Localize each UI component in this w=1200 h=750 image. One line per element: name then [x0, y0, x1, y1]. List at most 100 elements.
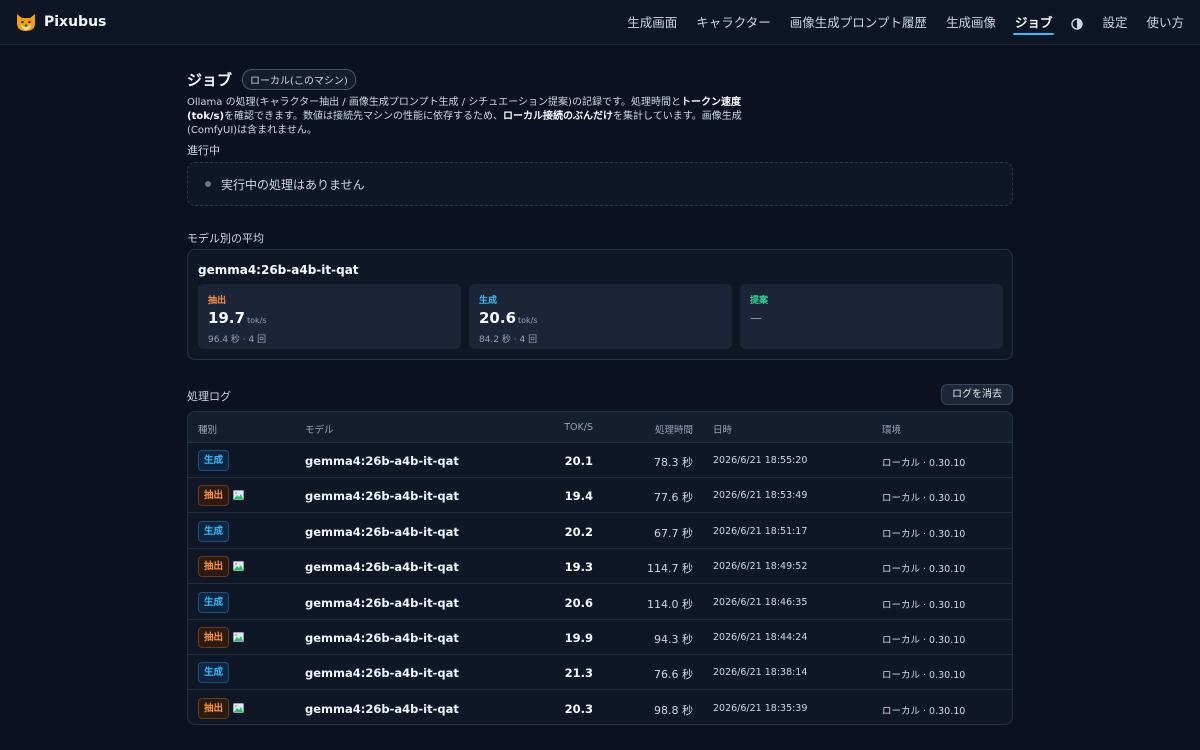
- cell-env: ローカル · 0.30.10: [882, 635, 966, 646]
- cell-tps: 20.3: [564, 701, 593, 716]
- main-nav: 生成画面 キャラクター 画像生成プロンプト履歴 生成画像 ジョブ 設定 使い方: [608, 0, 1184, 45]
- cell-tps: 20.1: [564, 454, 593, 468]
- table-row[interactable]: 抽出 gemma4:26b-a4b-it-qat 20.3 98.8 秒 2026/6/…: [188, 691, 1012, 724]
- nav-prompt-history[interactable]: 画像生成プロンプト履歴: [790, 0, 927, 45]
- cell-env: ローカル · 0.30.10: [882, 493, 966, 505]
- cell-model: gemma4:26b-a4b-it-qat: [305, 489, 459, 504]
- col-duration[interactable]: 処理時間: [655, 422, 693, 436]
- table-row[interactable]: 生成 gemma4:26b-a4b-it-qat 21.3 76.6 秒 2026/6/…: [188, 655, 1012, 691]
- table-row[interactable]: 生成 gemma4:26b-a4b-it-qat 20.2 67.7 秒 2026/6/…: [188, 514, 1012, 549]
- col-env[interactable]: 環境: [882, 422, 901, 436]
- nav-generate[interactable]: 生成画面: [627, 0, 677, 45]
- cell-model: gemma4:26b-a4b-it-qat: [305, 666, 459, 681]
- idle-dot-icon: [205, 181, 211, 187]
- cell-tps: 19.4: [564, 489, 593, 504]
- desc-text-1: Ollama の処理(キャラクター抽出 / 画像生成プロンプト生成 / シチュエ…: [187, 97, 681, 108]
- model-average-card: gemma4:26b-a4b-it-qat 抽出 19.7 tok/s 96.4 …: [187, 249, 1013, 360]
- nav-help[interactable]: 使い方: [1146, 0, 1184, 45]
- kind-badge: 生成: [198, 662, 230, 684]
- page-title: ジョブ: [187, 71, 233, 89]
- cell-model: gemma4:26b-a4b-it-qat: [305, 524, 459, 539]
- cell-env: ローカル · 0.30.10: [882, 528, 966, 540]
- kind-badge: 生成: [198, 450, 230, 471]
- theme-toggle-button[interactable]: [1071, 0, 1084, 45]
- kind-badge: 生成: [198, 520, 230, 542]
- running-section-label: 進行中: [187, 144, 220, 157]
- table-row[interactable]: 抽出 gemma4:26b-a4b-it-qat 19.3 114.7 秒 2026/6…: [188, 549, 1012, 585]
- cell-tps: 20.2: [564, 524, 593, 539]
- kind-badge: 抽出: [198, 556, 230, 578]
- nav-generated-images[interactable]: 生成画像: [946, 0, 996, 45]
- cell-duration: 114.7 秒: [647, 562, 693, 576]
- stat-unit: tok/s: [247, 316, 267, 325]
- stat-sub: 84.2 秒 · 4 回: [479, 335, 538, 345]
- cell-env: ローカル · 0.30.10: [882, 564, 966, 576]
- table-header: 種別 モデル TOK/S 処理時間 日時 環境: [188, 412, 1012, 443]
- nav-characters[interactable]: キャラクター: [696, 0, 771, 45]
- col-date[interactable]: 日時: [713, 422, 732, 436]
- cell-date: 2026/6/21 18:35:39: [713, 702, 808, 714]
- cell-tps: 19.9: [564, 631, 593, 645]
- cell-duration: 77.6 秒: [654, 491, 693, 505]
- running-empty-text: 実行中の処理はありません: [221, 177, 365, 192]
- image-icon: [233, 561, 244, 572]
- top-bar: Pixubus 生成画面 キャラクター 画像生成プロンプト履歴 生成画像 ジョブ…: [0, 0, 1200, 45]
- cell-tps: 19.3: [564, 560, 593, 575]
- cell-duration: 78.3 秒: [654, 456, 693, 469]
- col-kind[interactable]: 種別: [198, 422, 217, 436]
- cell-duration: 67.7 秒: [654, 526, 693, 540]
- kind-badge: 抽出: [198, 485, 230, 507]
- table-row[interactable]: 抽出 gemma4:26b-a4b-it-qat 19.4 77.6 秒 2026/6/…: [188, 478, 1012, 514]
- cell-date: 2026/6/21 18:53:49: [713, 490, 808, 502]
- stat-sub: 96.4 秒 · 4 回: [208, 335, 267, 345]
- col-tps[interactable]: TOK/S: [564, 422, 593, 433]
- cell-tps: 20.6: [564, 595, 593, 610]
- running-box: 実行中の処理はありません: [187, 162, 1013, 206]
- log-section-label: 処理ログ: [187, 390, 231, 403]
- clear-log-button[interactable]: ログを消去: [941, 384, 1013, 405]
- cell-duration: 114.0 秒: [647, 597, 693, 611]
- cell-env: ローカル · 0.30.10: [882, 599, 966, 611]
- stat-label: 生成: [479, 296, 498, 306]
- kind-badge: 生成: [198, 591, 230, 613]
- cell-model: gemma4:26b-a4b-it-qat: [305, 701, 459, 716]
- image-icon: [233, 702, 244, 713]
- log-table: 種別 モデル TOK/S 処理時間 日時 環境 生成 gemma4:26b-a4b…: [187, 411, 1013, 725]
- cell-date: 2026/6/21 18:55:20: [713, 455, 808, 466]
- table-row[interactable]: 生成 gemma4:26b-a4b-it-qat 20.1 78.3 秒 2026/6/…: [188, 443, 1012, 478]
- cell-model: gemma4:26b-a4b-it-qat: [305, 560, 459, 575]
- col-model[interactable]: モデル: [305, 422, 334, 436]
- app-name: Pixubus: [44, 14, 107, 30]
- averages-section-label: モデル別の平均: [187, 232, 264, 245]
- table-row[interactable]: 生成 gemma4:26b-a4b-it-qat 20.6 114.0 秒 2026/6…: [188, 585, 1012, 620]
- kind-badge: 抽出: [198, 697, 230, 719]
- cell-date: 2026/6/21 18:38:14: [713, 667, 808, 679]
- shiba-dog-icon: [17, 14, 35, 31]
- nav-jobs[interactable]: ジョブ: [1012, 0, 1054, 45]
- stat-empty-dash: —: [750, 311, 762, 325]
- stat-label: 提案: [750, 296, 769, 306]
- stat-number: 19.7: [208, 309, 246, 327]
- model-name: gemma4:26b-a4b-it-qat: [198, 263, 359, 277]
- cell-date: 2026/6/21 18:49:52: [713, 561, 808, 573]
- cell-duration: 94.3 秒: [654, 633, 693, 646]
- desc-text-2: を確認できます。数値は接続先マシンの性能に依存するため、: [224, 111, 504, 122]
- stat-generate: 生成 20.6 tok/s 84.2 秒 · 4 回: [469, 284, 732, 349]
- cell-date: 2026/6/21 18:46:35: [713, 596, 808, 608]
- stat-value: 19.7 tok/s: [208, 309, 267, 327]
- brand[interactable]: Pixubus: [14, 10, 106, 34]
- stat-label: 抽出: [208, 296, 227, 306]
- stat-suggest: 提案 —: [740, 284, 1003, 349]
- stat-number: 20.6: [479, 309, 517, 327]
- cell-model: gemma4:26b-a4b-it-qat: [305, 631, 459, 645]
- cell-model: gemma4:26b-a4b-it-qat: [305, 454, 459, 468]
- cell-tps: 21.3: [564, 666, 593, 681]
- image-icon: [233, 490, 244, 501]
- stat-value: 20.6 tok/s: [479, 309, 538, 327]
- page-description: Ollama の処理(キャラクター抽出 / 画像生成プロンプト生成 / シチュエ…: [187, 96, 747, 138]
- env-badge: ローカル(このマシン): [242, 69, 356, 90]
- stat-unit: tok/s: [518, 316, 538, 325]
- image-icon: [233, 632, 244, 642]
- nav-settings[interactable]: 設定: [1102, 0, 1127, 45]
- table-row[interactable]: 抽出 gemma4:26b-a4b-it-qat 19.9 94.3 秒 2026/6/…: [188, 620, 1012, 655]
